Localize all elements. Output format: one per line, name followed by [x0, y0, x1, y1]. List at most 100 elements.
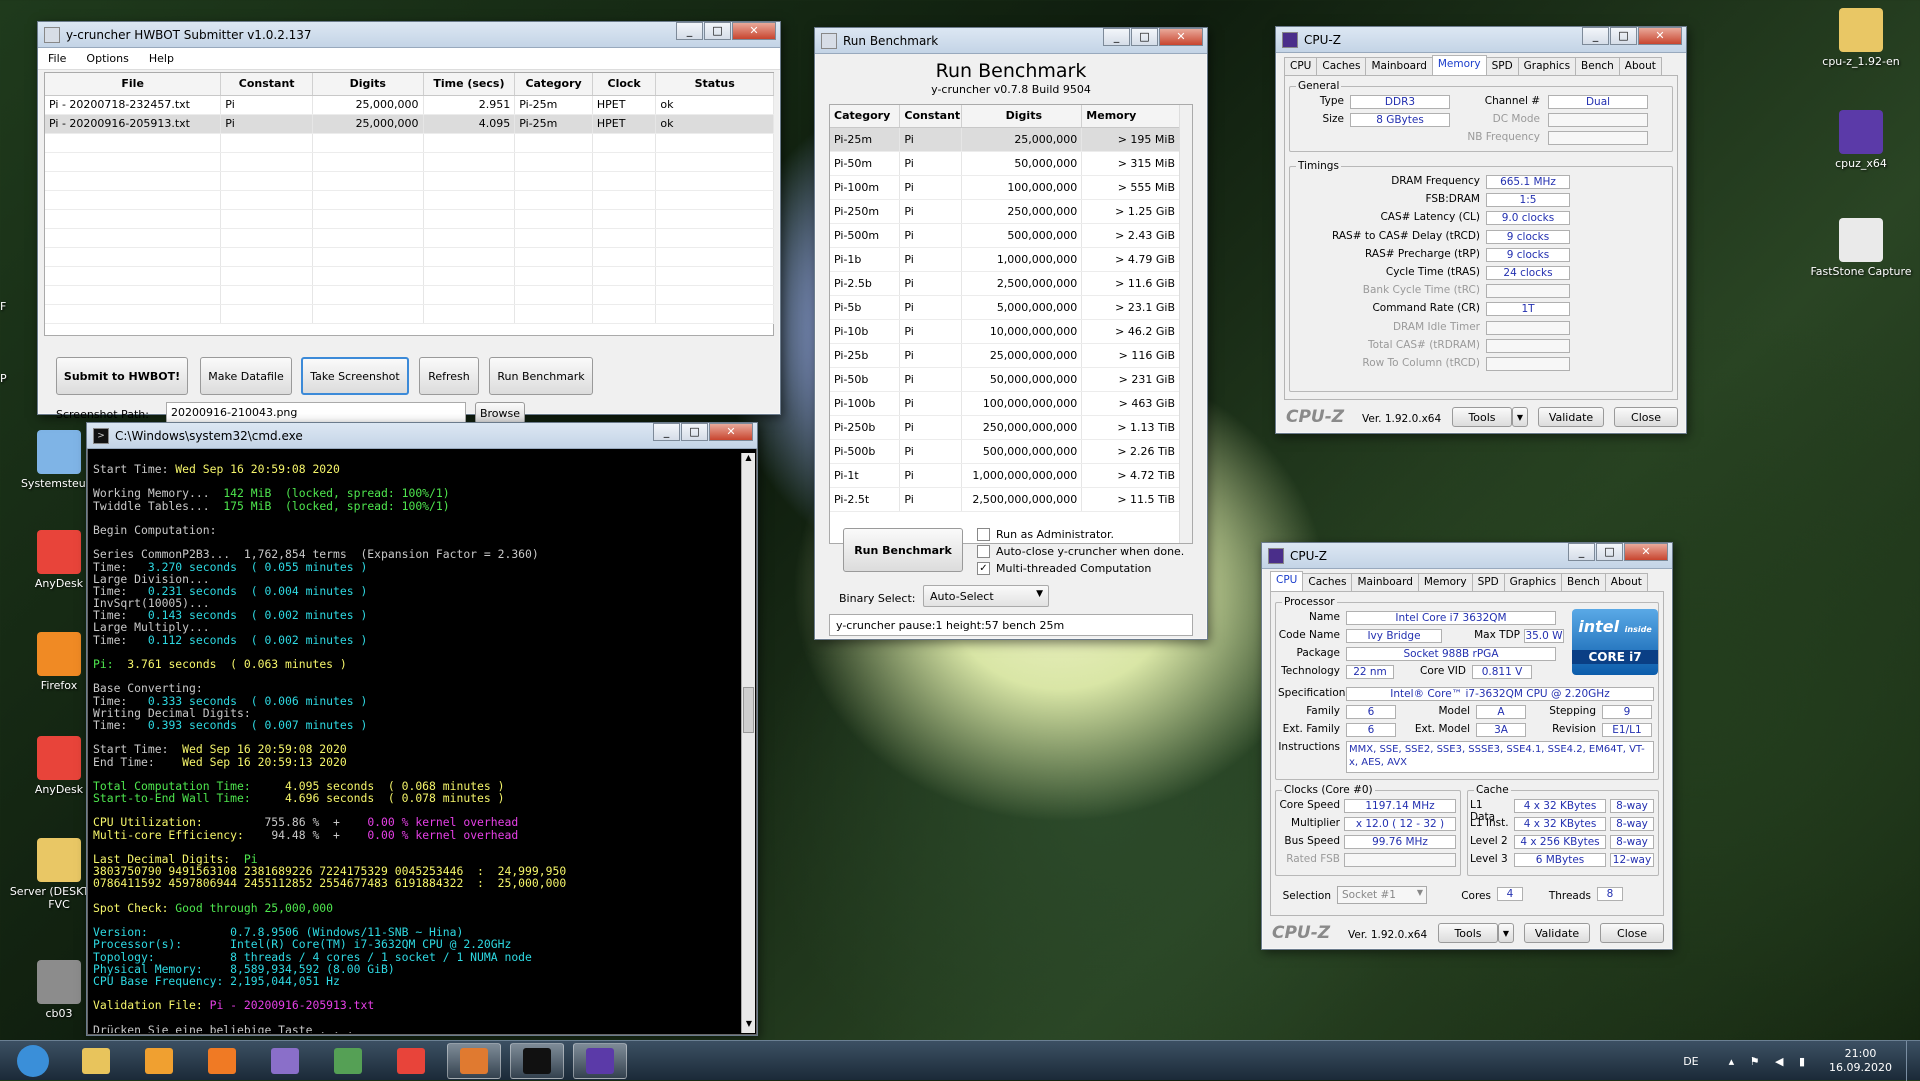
maximize-button[interactable]: □: [681, 423, 708, 441]
console-titlebar[interactable]: > C:\Windows\system32\cmd.exe _ □ ✕: [87, 423, 757, 449]
checkbox[interactable]: ✓: [977, 562, 990, 575]
table-row[interactable]: Pi - 20200916-205913.txt Pi 25,000,000 4.09…: [45, 114, 774, 134]
taskbar-button[interactable]: [573, 1042, 627, 1079]
taskbar-button[interactable]: [69, 1043, 123, 1079]
browse-button[interactable]: Browse: [475, 402, 525, 424]
column-header[interactable]: Time (secs): [423, 73, 516, 96]
scroll-up-arrow[interactable]: ▲: [742, 453, 755, 467]
taskbar-button[interactable]: [384, 1043, 438, 1079]
table-row[interactable]: Pi-25b Pi 25,000,000,000 > 116 GiB: [830, 343, 1180, 368]
taskbar-button[interactable]: [447, 1042, 501, 1079]
table-row[interactable]: Pi-5b Pi 5,000,000,000 > 23.1 GiB: [830, 295, 1180, 320]
clock[interactable]: 21:00 16.09.2020: [1829, 1047, 1892, 1075]
table-row[interactable]: Pi-500b Pi 500,000,000,000 > 2.26 TiB: [830, 439, 1180, 464]
tab-cpu[interactable]: CPU: [1270, 571, 1304, 591]
checkbox[interactable]: [977, 528, 990, 541]
tab-mainboard[interactable]: Mainboard: [1351, 573, 1419, 591]
run-benchmark-button[interactable]: Run Benchmark: [489, 357, 593, 395]
taskbar-button[interactable]: [195, 1043, 249, 1079]
close-app-button[interactable]: Close: [1600, 923, 1664, 943]
column-header[interactable]: Clock: [592, 73, 657, 96]
column-header[interactable]: Category: [830, 105, 901, 128]
table-row[interactable]: Pi-10b Pi 10,000,000,000 > 46.2 GiB: [830, 319, 1180, 344]
close-app-button[interactable]: Close: [1614, 407, 1678, 427]
option-checkbox-row[interactable]: Auto-close y-cruncher when done.: [977, 543, 1184, 560]
desktop-icon[interactable]: cpu-z_1.92-en: [1806, 8, 1916, 68]
tools-dropdown-arrow[interactable]: ▼: [1512, 407, 1528, 427]
close-button[interactable]: ✕: [732, 22, 776, 40]
run-benchmark-button[interactable]: Run Benchmark: [843, 528, 963, 572]
maximize-button[interactable]: □: [1610, 27, 1637, 45]
column-header[interactable]: Constant: [899, 105, 963, 128]
taskbar-button[interactable]: [6, 1043, 60, 1079]
table-row[interactable]: Pi-250b Pi 250,000,000,000 > 1.13 TiB: [830, 415, 1180, 440]
language-indicator[interactable]: DE: [1683, 1055, 1698, 1068]
tab-bench[interactable]: Bench: [1575, 57, 1620, 75]
option-checkbox-row[interactable]: Run as Administrator.: [977, 526, 1184, 543]
column-header[interactable]: File: [45, 73, 222, 96]
tab-about[interactable]: About: [1604, 573, 1648, 591]
table-row[interactable]: Pi-25m Pi 25,000,000 > 195 MiB: [830, 127, 1180, 152]
taskbar-button[interactable]: [132, 1043, 186, 1079]
tab-bench[interactable]: Bench: [1561, 573, 1606, 591]
tab-cpu[interactable]: CPU: [1284, 57, 1318, 75]
table-row[interactable]: Pi-1t Pi 1,000,000,000,000 > 4.72 TiB: [830, 463, 1180, 488]
scroll-down-arrow[interactable]: ▼: [742, 1019, 756, 1033]
desktop-icon[interactable]: FastStone Capture: [1806, 218, 1916, 278]
close-button[interactable]: ✕: [1159, 28, 1203, 46]
cpuz-titlebar[interactable]: CPU-Z _ □ ✕: [1262, 543, 1672, 569]
taskbar-button[interactable]: [321, 1043, 375, 1079]
submit-hwbot-button[interactable]: Submit to HWBOT!: [56, 357, 188, 395]
scroll-thumb[interactable]: [743, 687, 754, 733]
maximize-button[interactable]: □: [1596, 543, 1623, 561]
taskbar-button[interactable]: [258, 1043, 312, 1079]
selection-dropdown[interactable]: Socket #1 ▼: [1337, 886, 1427, 904]
table-row[interactable]: Pi-500m Pi 500,000,000 > 2.43 GiB: [830, 223, 1180, 248]
validate-button[interactable]: Validate: [1524, 923, 1590, 943]
table-row[interactable]: Pi-1b Pi 1,000,000,000 > 4.79 GiB: [830, 247, 1180, 272]
minimize-button[interactable]: _: [653, 423, 680, 441]
cpuz-titlebar[interactable]: CPU-Z _ □ ✕: [1276, 27, 1686, 53]
column-header[interactable]: Memory: [1081, 105, 1180, 128]
table-row[interactable]: Pi-50b Pi 50,000,000,000 > 231 GiB: [830, 367, 1180, 392]
maximize-button[interactable]: □: [704, 22, 731, 40]
table-row[interactable]: Pi - 20200718-232457.txt Pi 25,000,000 2.95…: [45, 95, 774, 115]
tab-memory[interactable]: Memory: [1417, 573, 1473, 591]
benchmark-titlebar[interactable]: Run Benchmark _ □ ✕: [815, 28, 1207, 54]
screenshot-path-input[interactable]: 20200916-210043.png: [166, 402, 466, 424]
show-desktop-button[interactable]: [1906, 1041, 1920, 1081]
tab-spd[interactable]: SPD: [1471, 573, 1505, 591]
tab-caches[interactable]: Caches: [1316, 57, 1367, 75]
table-scrollbar[interactable]: [1179, 105, 1192, 543]
tab-graphics[interactable]: Graphics: [1517, 57, 1577, 75]
binary-select-dropdown[interactable]: Auto-Select ▼: [923, 585, 1049, 607]
maximize-button[interactable]: □: [1131, 28, 1158, 46]
close-button[interactable]: ✕: [1638, 27, 1682, 45]
table-row[interactable]: Pi-100b Pi 100,000,000,000 > 463 GiB: [830, 391, 1180, 416]
checkbox[interactable]: [977, 545, 990, 558]
minimize-button[interactable]: _: [1582, 27, 1609, 45]
make-datafile-button[interactable]: Make Datafile: [200, 357, 292, 395]
take-screenshot-button[interactable]: Take Screenshot: [301, 357, 409, 395]
minimize-button[interactable]: _: [1568, 543, 1595, 561]
table-row[interactable]: Pi-50m Pi 50,000,000 > 315 MiB: [830, 151, 1180, 176]
column-header[interactable]: Constant: [220, 73, 314, 96]
minimize-button[interactable]: _: [1103, 28, 1130, 46]
tab-memory[interactable]: Memory: [1431, 55, 1487, 75]
tab-about[interactable]: About: [1618, 57, 1662, 75]
column-header[interactable]: Digits: [961, 105, 1083, 128]
submitter-titlebar[interactable]: y-cruncher HWBOT Submitter v1.0.2.137 _ □…: [38, 22, 780, 48]
validate-button[interactable]: Validate: [1538, 407, 1604, 427]
close-button[interactable]: ✕: [1624, 543, 1668, 561]
tab-caches[interactable]: Caches: [1302, 573, 1353, 591]
tab-graphics[interactable]: Graphics: [1503, 573, 1563, 591]
tools-button[interactable]: Tools: [1452, 407, 1512, 427]
taskbar-button[interactable]: [510, 1042, 564, 1079]
tab-mainboard[interactable]: Mainboard: [1365, 57, 1433, 75]
table-row[interactable]: Pi-100m Pi 100,000,000 > 555 MiB: [830, 175, 1180, 200]
table-row[interactable]: Pi-2.5t Pi 2,500,000,000,000 > 11.5 TiB: [830, 487, 1180, 512]
close-button[interactable]: ✕: [709, 423, 753, 441]
column-header[interactable]: Status: [655, 73, 774, 96]
column-header[interactable]: Digits: [312, 73, 424, 96]
refresh-button[interactable]: Refresh: [419, 357, 479, 395]
